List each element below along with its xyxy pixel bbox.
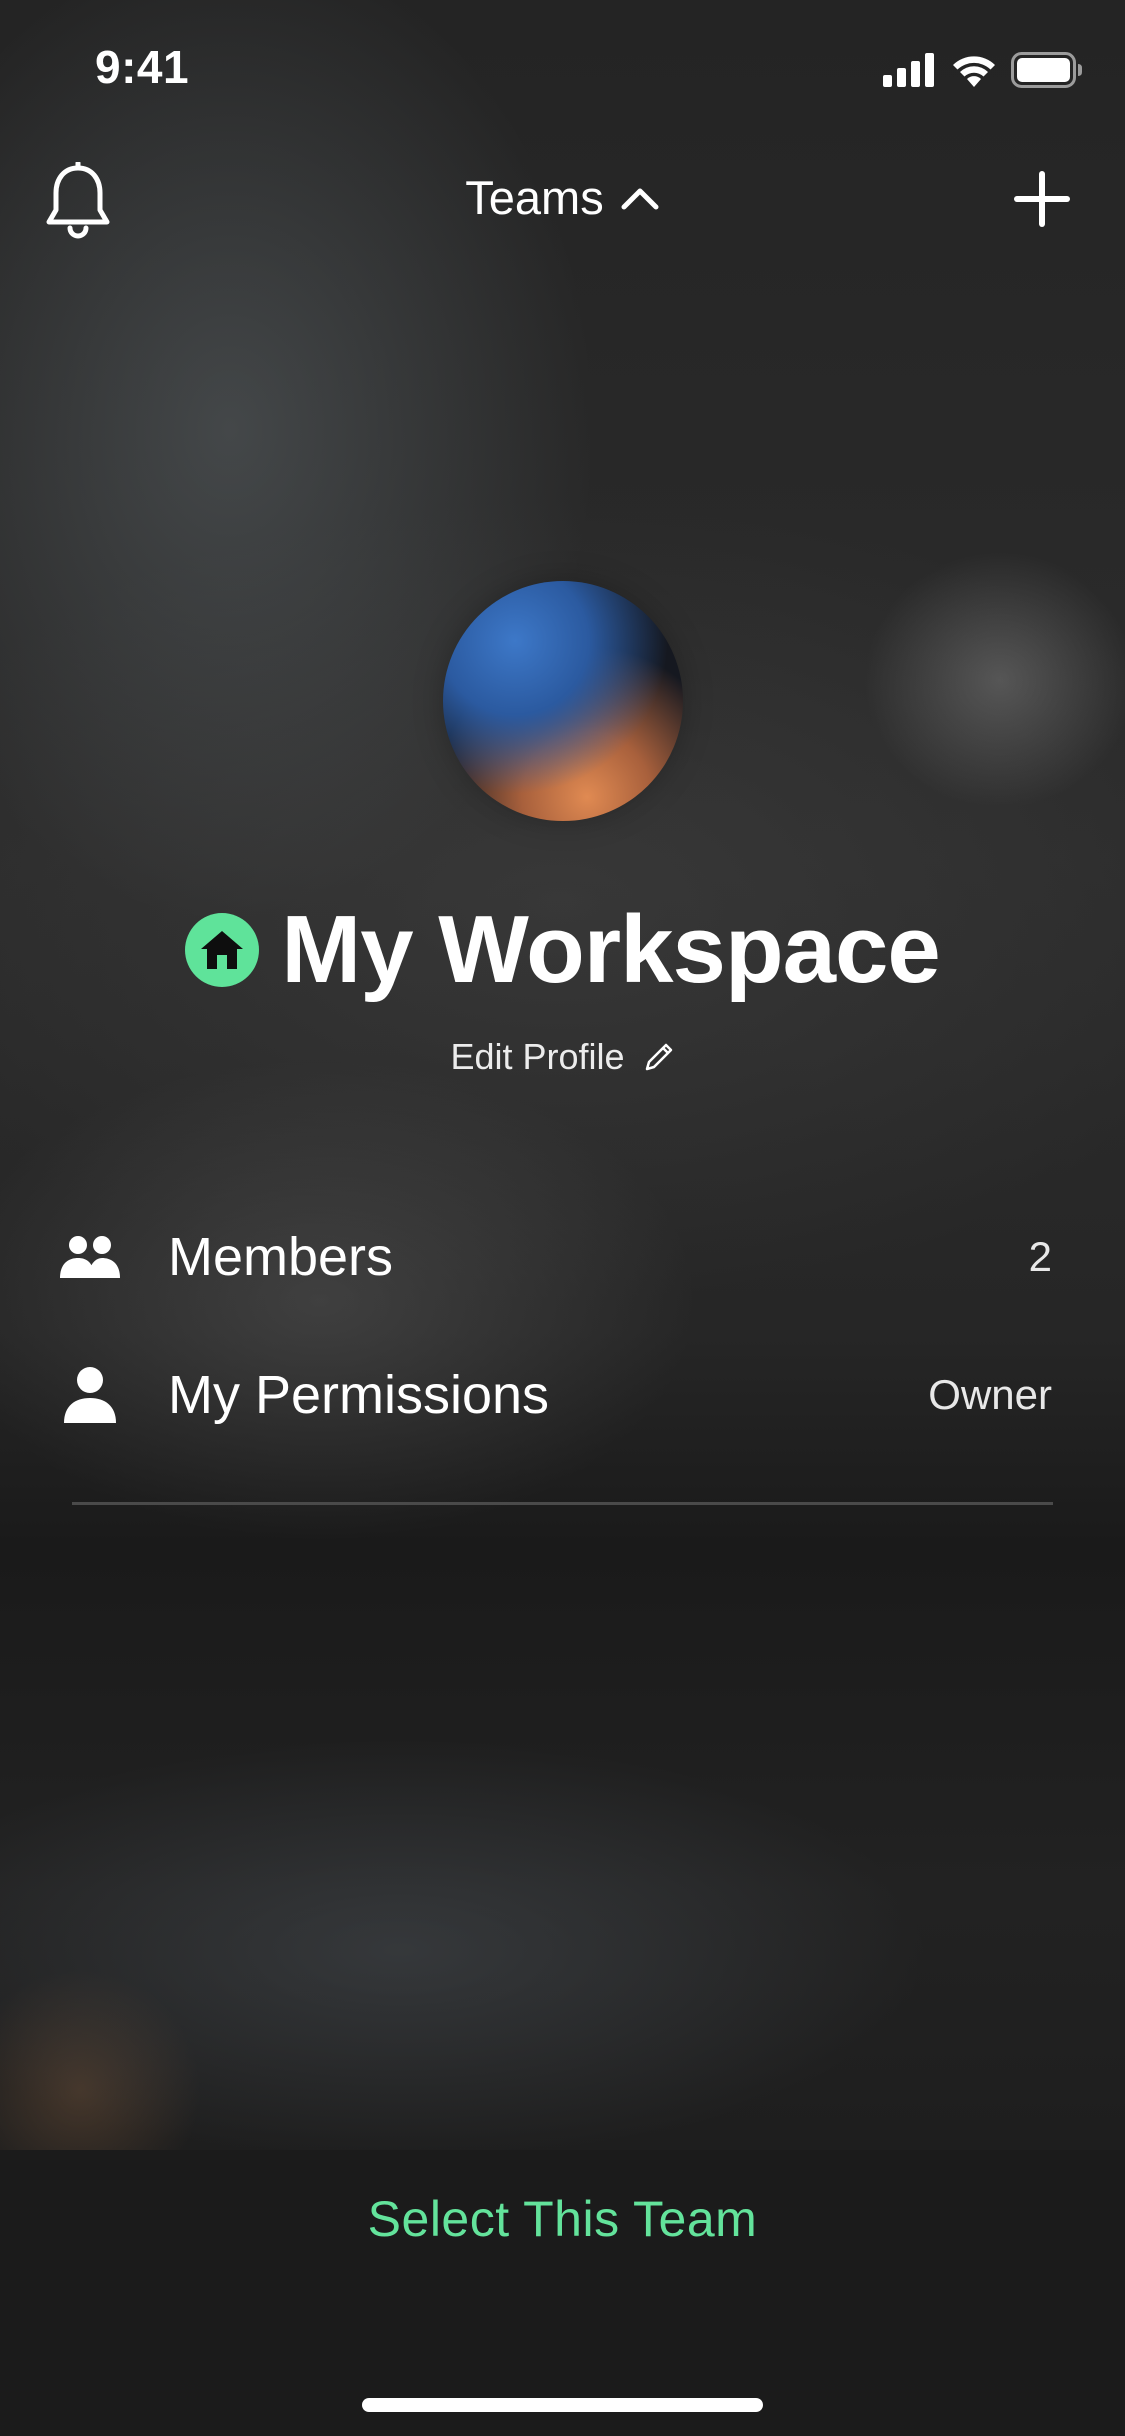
workspace-title-row: My Workspace xyxy=(0,895,1125,1005)
top-navigation: Teams xyxy=(0,140,1125,260)
members-label: Members xyxy=(168,1227,394,1287)
select-team-button[interactable]: Select This Team xyxy=(0,2190,1125,2248)
edit-profile-link[interactable]: Edit Profile xyxy=(0,1036,1125,1078)
members-icon xyxy=(60,1236,120,1278)
status-bar: 9:41 xyxy=(0,0,1125,140)
list-item-permissions[interactable]: My Permissions Owner xyxy=(0,1330,1125,1460)
cellular-signal-icon xyxy=(883,53,934,87)
home-indicator[interactable] xyxy=(362,2398,763,2412)
status-icons xyxy=(883,52,1083,88)
bottom-action-bar: Select This Team xyxy=(0,2150,1125,2436)
workspace-name: My Workspace xyxy=(281,896,940,1003)
chevron-up-icon xyxy=(621,188,659,209)
plus-icon xyxy=(1014,171,1070,227)
person-icon-wrap xyxy=(58,1363,122,1427)
list-item-members[interactable]: Members 2 xyxy=(0,1192,1125,1322)
teams-switcher[interactable]: Teams xyxy=(0,170,1125,225)
home-badge xyxy=(185,913,260,987)
members-icon-wrap xyxy=(58,1225,122,1289)
permissions-label: My Permissions xyxy=(168,1365,550,1425)
home-icon xyxy=(201,931,244,969)
add-team-button[interactable] xyxy=(1013,170,1071,228)
members-count: 2 xyxy=(1028,1233,1052,1280)
edit-profile-label: Edit Profile xyxy=(450,1036,625,1077)
list-divider xyxy=(72,1502,1053,1505)
team-avatar xyxy=(443,581,683,821)
person-icon xyxy=(64,1367,116,1423)
wifi-icon xyxy=(953,56,995,87)
pencil-icon xyxy=(645,1043,672,1071)
permissions-value: Owner xyxy=(928,1371,1052,1418)
status-time: 9:41 xyxy=(95,41,190,93)
battery-icon xyxy=(1011,52,1082,88)
nav-title: Teams xyxy=(465,171,604,224)
